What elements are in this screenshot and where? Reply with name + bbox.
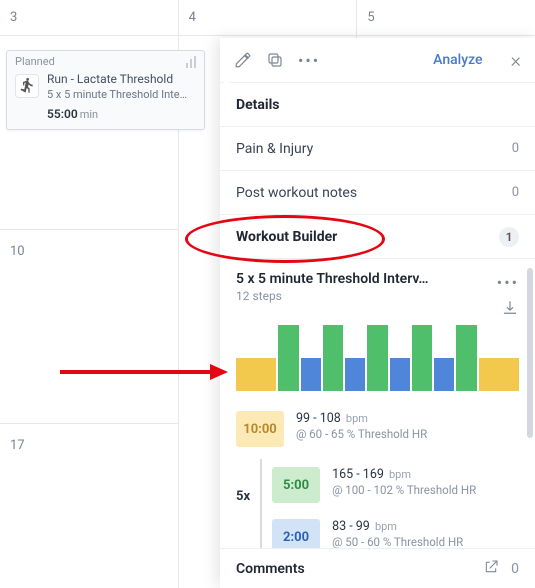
section-count: 0: [512, 185, 519, 200]
planned-workout-card[interactable]: Planned Run - Lactate Threshold 5 x 5 mi…: [6, 50, 205, 130]
edit-icon[interactable]: [234, 51, 252, 69]
section-label: Pain & Injury: [236, 141, 313, 157]
interval-bar-work: [278, 325, 298, 391]
day-number: 3: [10, 10, 17, 25]
close-icon[interactable]: ×: [511, 48, 521, 72]
builder-steps-count: 12 steps: [236, 289, 519, 303]
step-work[interactable]: 5:00 165 - 169 bpm @ 100 - 102 % Thresho…: [272, 459, 519, 511]
interval-bar-warmup: [236, 358, 276, 391]
section-count: 0: [512, 141, 519, 156]
workout-detail-panel: ••• Analyze × Details Pain & Injury 0 Po…: [220, 38, 535, 588]
day-number: 4: [189, 10, 196, 25]
more-menu-icon[interactable]: •••: [298, 51, 320, 70]
interval-bar-work: [456, 325, 476, 391]
interval-bar-rest: [345, 358, 365, 391]
step-range: 99 - 108 bpm: [296, 411, 427, 426]
comments-count: 0: [511, 561, 519, 577]
workout-card-duration: 55:00min: [47, 107, 187, 121]
interval-chart: [236, 325, 519, 391]
step-target: @ 50 - 60 % Threshold HR: [332, 535, 463, 549]
day-number: 5: [367, 10, 374, 25]
builder-title: 5 x 5 minute Threshold Interv…: [236, 271, 456, 287]
step-target: @ 60 - 65 % Threshold HR: [296, 427, 427, 441]
workout-builder-body: 5 x 5 minute Threshold Interv… 12 steps …: [220, 258, 535, 563]
interval-bar-rest: [434, 358, 454, 391]
section-count-badge: 1: [499, 227, 519, 247]
open-external-icon[interactable]: [483, 559, 499, 579]
day-number: 17: [10, 438, 25, 453]
section-details[interactable]: Details: [220, 82, 535, 126]
section-post-workout-notes[interactable]: Post workout notes 0: [220, 170, 535, 214]
section-pain-injury[interactable]: Pain & Injury 0: [220, 126, 535, 170]
interval-bar-work: [412, 325, 432, 391]
builder-more-icon[interactable]: •••: [497, 273, 519, 292]
repeat-count: 5x: [236, 489, 250, 504]
section-label: Details: [236, 97, 280, 113]
scrollbar-thumb[interactable]: [527, 268, 533, 438]
step-target: @ 100 - 102 % Threshold HR: [332, 483, 476, 497]
step-duration: 5:00: [272, 467, 320, 503]
analyze-link[interactable]: Analyze: [433, 52, 482, 68]
run-icon: [15, 74, 39, 98]
workout-card-subtitle: 5 x 5 minute Threshold Inte…: [47, 88, 187, 101]
step-list: 10:00 99 - 108 bpm @ 60 - 65 % Threshold…: [236, 403, 519, 563]
interval-bar-work: [367, 325, 387, 391]
section-comments[interactable]: Comments 0: [220, 548, 535, 588]
step-repeat-block: 5x 5:00 165 - 169 bpm @ 100 - 102 % Thre…: [236, 455, 519, 563]
step-duration: 10:00: [236, 411, 284, 447]
download-icon[interactable]: [501, 299, 519, 321]
copy-icon[interactable]: [266, 51, 284, 69]
interval-bar-rest: [390, 358, 410, 391]
step-range: 83 - 99 bpm: [332, 519, 463, 534]
mini-chart-icon: [186, 56, 196, 68]
section-label: Workout Builder: [236, 229, 337, 245]
section-label: Comments: [236, 561, 305, 577]
interval-bar-work: [323, 325, 343, 391]
section-workout-builder[interactable]: Workout Builder 1: [220, 214, 535, 258]
interval-bar-cooldown: [479, 358, 519, 391]
planned-label: Planned: [15, 55, 55, 68]
section-label: Post workout notes: [236, 185, 357, 201]
step-warmup[interactable]: 10:00 99 - 108 bpm @ 60 - 65 % Threshold…: [236, 403, 519, 455]
interval-bar-rest: [301, 358, 321, 391]
workout-card-title: Run - Lactate Threshold: [47, 72, 187, 87]
panel-toolbar: ••• Analyze ×: [220, 38, 535, 82]
day-number: 10: [10, 244, 25, 259]
step-range: 165 - 169 bpm: [332, 467, 476, 482]
